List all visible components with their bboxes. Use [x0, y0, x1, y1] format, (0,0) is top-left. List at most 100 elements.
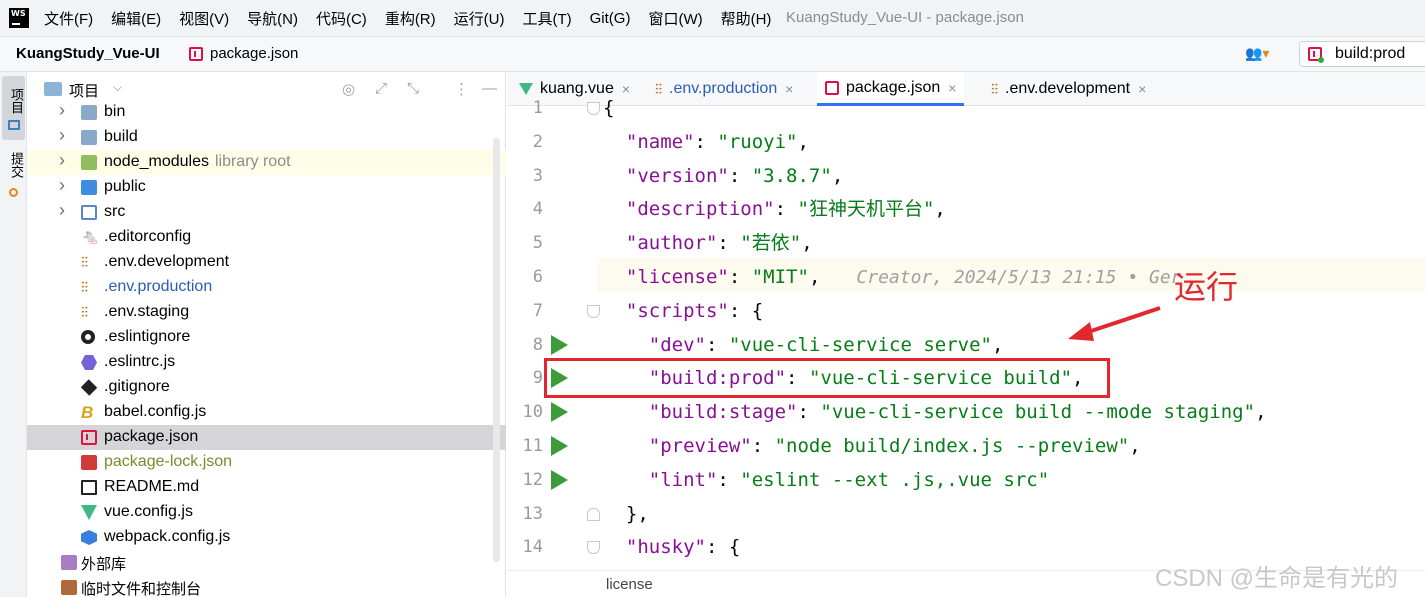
- code-line: "lint": "eslint --ext .js,.vue src": [603, 464, 1049, 497]
- menu-bar: WS 文件(F) 编辑(E) 视图(V) 导航(N) 代码(C) 重构(R) 运行(U) 工具…: [0, 0, 1425, 37]
- code-token: "node build/index.js --preview": [774, 435, 1130, 457]
- code-token: "狂神天机平台": [797, 198, 935, 221]
- run-script-icon[interactable]: [551, 436, 568, 456]
- tree-item-label: .env.production: [104, 278, 213, 295]
- code-line: "author": "若依",: [603, 227, 813, 260]
- chevron-right-icon[interactable]: ›: [59, 175, 65, 196]
- inline-blame-hint: Creator, 2024/5/13 21:15 • Ger: [856, 267, 1182, 288]
- users-icon[interactable]: 👥▾: [1245, 45, 1269, 62]
- run-script-icon[interactable]: [551, 402, 568, 423]
- git-icon: [80, 379, 98, 396]
- fold-toggle-icon[interactable]: [587, 541, 600, 555]
- navigation-bar: KuangStudy_Vue-UI package.json: [0, 37, 1425, 72]
- tree-item[interactable]: .eslintrc.js: [27, 350, 506, 375]
- menu-item[interactable]: 代码(C): [316, 8, 367, 29]
- fold-toggle-icon[interactable]: [587, 102, 600, 115]
- tree-item[interactable]: webpack.config.js: [27, 525, 506, 550]
- run-script-icon[interactable]: [551, 469, 568, 490]
- webstorm-logo-icon[interactable]: WS: [9, 8, 29, 28]
- close-icon[interactable]: ×: [785, 81, 793, 97]
- code-token: "vue-cli-service serve": [728, 333, 992, 356]
- code-token: {: [603, 97, 615, 119]
- tree-item[interactable]: .gitignore: [27, 375, 506, 400]
- chevron-right-icon[interactable]: ›: [59, 200, 65, 221]
- tree-item-text: .editorconfig: [104, 228, 191, 246]
- tree-scrollbar[interactable]: [493, 138, 500, 562]
- menu-item[interactable]: 文件(F): [44, 8, 93, 29]
- run-script-icon[interactable]: [551, 334, 568, 355]
- chevron-down-icon[interactable]: ⌵: [113, 80, 122, 95]
- tree-item[interactable]: vue.config.js: [27, 500, 506, 525]
- tree-item[interactable]: package.json: [27, 425, 506, 450]
- tree-item[interactable]: package-lock.json: [27, 450, 506, 475]
- close-icon[interactable]: ×: [1138, 81, 1146, 97]
- tree-item[interactable]: README.md: [27, 475, 506, 500]
- menu-item[interactable]: 视图(V): [179, 8, 229, 29]
- env-file-icon: ⫶⫶: [81, 254, 88, 270]
- breadcrumb-file[interactable]: package.json: [210, 45, 298, 62]
- menu-item[interactable]: 工具(T): [522, 8, 571, 29]
- left-tool-strip: 项目 提交: [0, 72, 27, 597]
- tree-item[interactable]: ⫶⫶ .env.production: [27, 275, 506, 300]
- project-tool-button[interactable]: 项目: [2, 76, 25, 140]
- vue-icon: [81, 505, 97, 520]
- external-libraries-icon: [61, 555, 77, 570]
- code-token: "build:stage": [648, 401, 798, 424]
- chevron-right-icon[interactable]: ›: [59, 150, 65, 171]
- menu-item[interactable]: 运行(U): [454, 8, 505, 29]
- code-token: "若依": [740, 232, 802, 255]
- line-number: 2: [532, 131, 543, 152]
- line-number: 9: [532, 368, 543, 389]
- tree-item[interactable]: .eslintignore: [27, 325, 506, 350]
- tree-item-text: .env.production: [104, 278, 212, 296]
- fold-toggle-icon[interactable]: [587, 304, 600, 318]
- hide-panel-icon[interactable]: —: [482, 80, 497, 97]
- tree-item[interactable]: › public: [27, 175, 506, 200]
- more-options-icon[interactable]: ⋮: [454, 80, 469, 98]
- close-icon[interactable]: ×: [948, 80, 956, 96]
- code-token: },: [603, 502, 649, 525]
- breadcrumb-project[interactable]: KuangStudy_Vue-UI: [16, 45, 160, 62]
- scratches-icon: [61, 580, 77, 595]
- tab-label: package.json: [846, 78, 941, 96]
- tree-item[interactable]: ⫶⫶ .env.development: [27, 250, 506, 275]
- collapse-all-icon[interactable]: ⤡: [407, 80, 419, 97]
- tree-item[interactable]: 🐁 .editorconfig: [27, 225, 506, 250]
- project-panel-title[interactable]: 项目: [69, 80, 99, 101]
- code-token: "husky": [625, 536, 706, 559]
- menu-item[interactable]: 重构(R): [385, 8, 436, 29]
- tree-item[interactable]: › src: [27, 200, 506, 225]
- folder-icon: [44, 82, 62, 96]
- close-icon[interactable]: ×: [622, 81, 630, 97]
- tree-item[interactable]: › build: [27, 125, 506, 150]
- editor-tab[interactable]: package.json ×: [817, 72, 965, 106]
- tree-item[interactable]: ⫶⫶ .env.staging: [27, 300, 506, 325]
- expand-all-icon[interactable]: ⤢: [375, 80, 387, 97]
- menu-item[interactable]: 窗口(W): [648, 8, 702, 29]
- menu-item[interactable]: 导航(N): [247, 8, 298, 29]
- tree-item-text: build: [104, 128, 138, 146]
- menu-item[interactable]: Git(G): [590, 10, 631, 27]
- commit-tool-button[interactable]: 提交: [7, 152, 26, 178]
- tab-label: .env.production: [669, 80, 778, 97]
- fold-toggle-icon[interactable]: [587, 507, 600, 521]
- menu-item[interactable]: 帮助(H): [721, 8, 772, 29]
- breadcrumb-item[interactable]: license: [606, 576, 653, 593]
- locate-icon[interactable]: ◎: [342, 80, 355, 98]
- tree-item[interactable]: › bin: [27, 100, 506, 125]
- tree-item[interactable]: › node_modules library root: [27, 150, 506, 175]
- annotation-highlight-box: [544, 358, 1110, 398]
- chevron-right-icon[interactable]: ›: [59, 100, 65, 121]
- tree-item[interactable]: 临时文件和控制台: [27, 575, 506, 597]
- chevron-right-icon[interactable]: ›: [59, 125, 65, 146]
- editor-tab[interactable]: ⫶⫶ .env.development ×: [991, 72, 1146, 106]
- tree-item[interactable]: Bbabel.config.js: [27, 400, 506, 425]
- tree-item-label: src: [104, 203, 126, 220]
- tree-item[interactable]: 外部库: [27, 550, 506, 575]
- code-line: "dev": "vue-cli-service serve",: [603, 329, 1004, 362]
- run-configuration-selector[interactable]: build:prod: [1299, 41, 1425, 67]
- editor-tab[interactable]: ⫶⫶ .env.production ×: [655, 72, 793, 106]
- menu-item[interactable]: 编辑(E): [111, 8, 161, 29]
